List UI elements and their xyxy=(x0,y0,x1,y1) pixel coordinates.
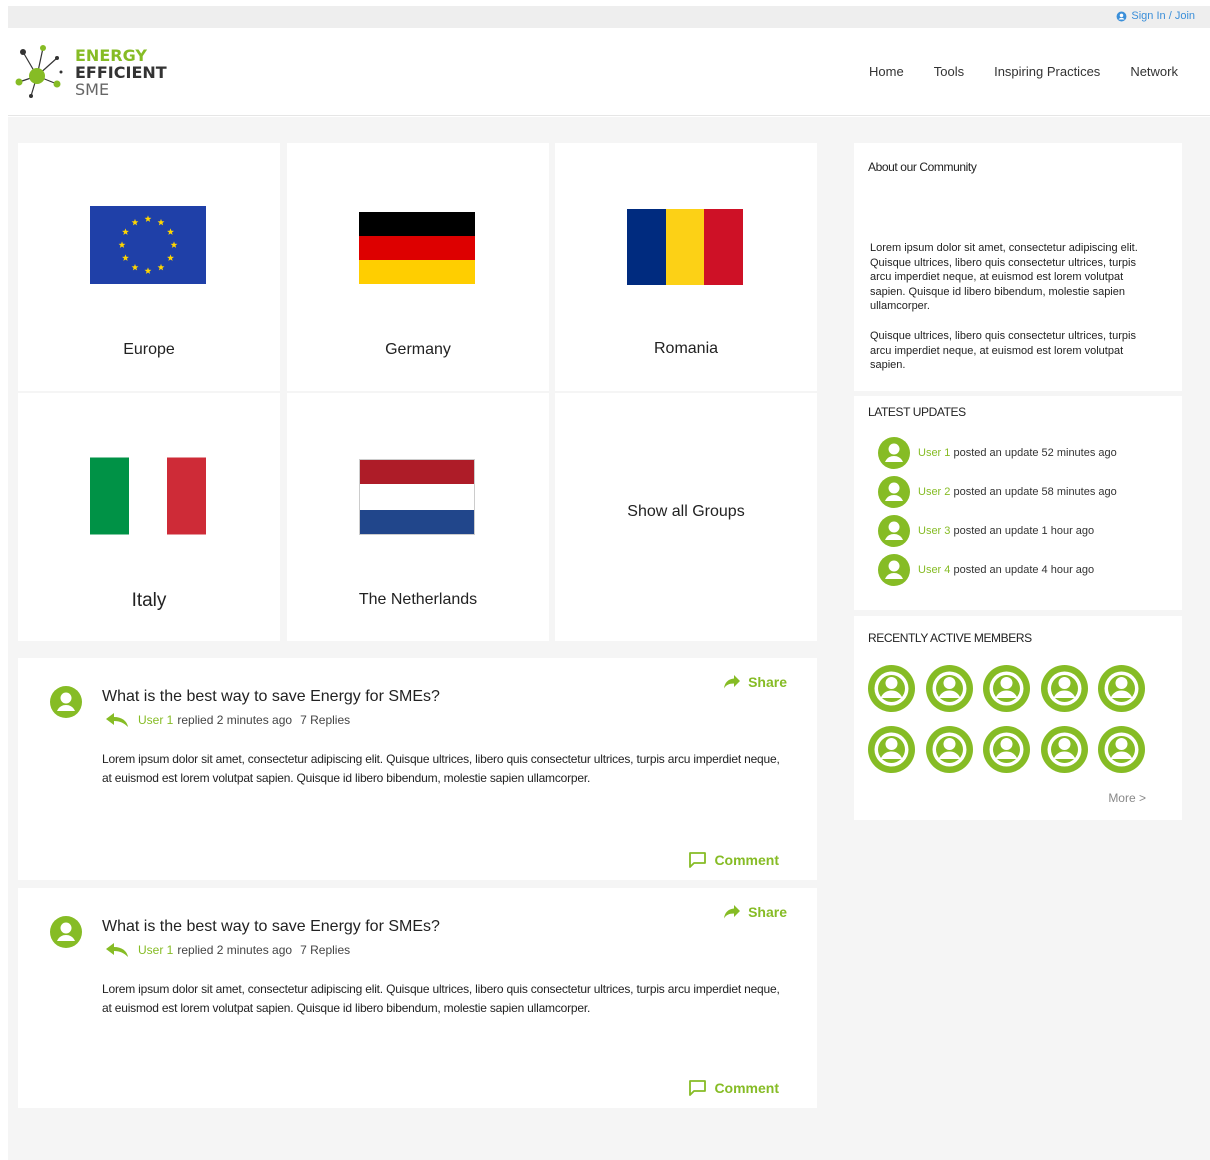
site-header: ENERGY EFFICIENT SME Home Tools Inspirin… xyxy=(8,28,1210,116)
post-meta: User 1 replied 2 minutes ago 7 Replies xyxy=(106,713,350,727)
reply-arrow-icon xyxy=(106,943,128,957)
post-replied-time: replied 2 minutes ago xyxy=(177,713,293,727)
about-paragraph-2: Quisque ultrices, libero quis consectetu… xyxy=(870,330,1136,372)
update-item[interactable]: User 1 posted an update 52 minutes ago xyxy=(878,437,1117,469)
reply-arrow-icon xyxy=(106,713,128,727)
post-replied-time: replied 2 minutes ago xyxy=(177,943,293,957)
sign-in-label: Sign In / Join xyxy=(1131,10,1195,22)
members-title: RECENTLY ACTIVE MEMBERS xyxy=(868,631,1032,645)
romania-flag-icon xyxy=(627,209,743,285)
forum-post-2: What is the best way to save Energy for … xyxy=(18,888,817,1108)
user-avatar-icon xyxy=(50,916,82,948)
netherlands-flag-icon xyxy=(359,459,475,535)
show-all-groups-tile[interactable]: Show all Groups xyxy=(555,393,817,641)
group-name-germany: Germany xyxy=(385,341,451,358)
latest-updates-panel: LATEST UPDATES User 1 posted an update 5… xyxy=(854,396,1182,610)
site-logo[interactable]: ENERGY EFFICIENT SME xyxy=(13,42,167,102)
post-body: Lorem ipsum dolor sit amet, consectetur … xyxy=(102,752,780,785)
show-all-groups-label: Show all Groups xyxy=(627,503,745,520)
member-avatar[interactable] xyxy=(1098,665,1145,712)
italy-flag-icon xyxy=(90,457,206,535)
logo-text: ENERGY EFFICIENT SME xyxy=(75,47,167,98)
update-item[interactable]: User 2 posted an update 58 minutes ago xyxy=(878,476,1117,508)
top-bar: Sign In / Join xyxy=(8,6,1210,28)
group-name-romania: Romania xyxy=(653,340,719,357)
forum-post-1: What is the best way to save Energy for … xyxy=(18,658,817,880)
comment-button[interactable]: Comment xyxy=(689,852,779,868)
latest-updates-title: LATEST UPDATES xyxy=(868,405,966,419)
group-tile-italy[interactable]: Italy xyxy=(18,393,280,641)
member-avatar[interactable] xyxy=(925,665,973,712)
nav-inspiring-practices[interactable]: Inspiring Practices xyxy=(994,64,1100,79)
post-author-link[interactable]: User 1 xyxy=(138,943,173,957)
comment-label: Comment xyxy=(714,1080,779,1096)
germany-flag-icon xyxy=(359,212,475,284)
logo-line-efficient: EFFICIENT xyxy=(75,62,167,82)
recently-active-members-panel: RECENTLY ACTIVE MEMBERS More > xyxy=(854,616,1182,820)
post-meta: User 1 replied 2 minutes ago 7 Replies xyxy=(106,943,350,957)
share-button[interactable]: Share xyxy=(724,674,787,690)
logo-line-energy: ENERGY xyxy=(75,45,147,65)
group-name-netherlands: The Netherlands xyxy=(358,591,478,608)
comment-icon xyxy=(689,1080,707,1096)
post-body: Lorem ipsum dolor sit amet, consectetur … xyxy=(102,982,780,1015)
main-nav: Home Tools Inspiring Practices Network xyxy=(869,64,1178,79)
about-paragraph-1: Lorem ipsum dolor sit amet, consectetur … xyxy=(870,242,1138,313)
update-user-link[interactable]: User 4 xyxy=(918,564,950,576)
nav-tools[interactable]: Tools xyxy=(934,64,964,79)
logo-line-sme: SME xyxy=(75,79,110,99)
user-avatar-icon xyxy=(878,476,910,508)
about-community-panel: About our Community Lorem ipsum dolor si… xyxy=(854,143,1182,391)
user-avatar-icon xyxy=(878,437,910,469)
network-logo-icon xyxy=(15,45,63,98)
user-avatar-icon xyxy=(50,686,82,718)
share-label: Share xyxy=(748,904,787,920)
group-tile-romania[interactable]: Romania xyxy=(555,143,817,391)
share-arrow-icon xyxy=(724,675,741,689)
nav-home[interactable]: Home xyxy=(869,64,904,79)
eu-flag-icon xyxy=(90,206,206,284)
post-title[interactable]: What is the best way to save Energy for … xyxy=(102,688,440,706)
member-avatar[interactable] xyxy=(1040,665,1088,712)
member-avatar[interactable] xyxy=(868,665,915,712)
member-avatar[interactable] xyxy=(983,726,1030,773)
sign-in-link[interactable]: Sign In / Join xyxy=(1116,10,1195,22)
about-title: About our Community xyxy=(868,160,977,174)
member-avatar[interactable] xyxy=(983,665,1030,712)
user-avatar-icon xyxy=(878,554,910,586)
comment-button[interactable]: Comment xyxy=(689,1080,779,1096)
post-author-link[interactable]: User 1 xyxy=(138,713,173,727)
update-item[interactable]: User 3 posted an update 1 hour ago xyxy=(878,515,1094,547)
update-text: posted an update 52 minutes ago xyxy=(953,447,1117,459)
share-button[interactable]: Share xyxy=(724,904,787,920)
comment-label: Comment xyxy=(714,852,779,868)
post-replies-count[interactable]: 7 Replies xyxy=(300,713,350,727)
update-text: posted an update 1 hour ago xyxy=(953,525,1095,537)
post-title[interactable]: What is the best way to save Energy for … xyxy=(102,918,440,936)
group-tile-netherlands[interactable]: The Netherlands xyxy=(287,393,549,641)
update-item[interactable]: User 4 posted an update 4 hour ago xyxy=(878,554,1094,586)
member-avatar[interactable] xyxy=(925,726,973,773)
group-name-europe: Europe xyxy=(123,341,175,358)
update-user-link[interactable]: User 2 xyxy=(918,486,950,498)
member-avatar[interactable] xyxy=(1040,726,1088,773)
update-user-link[interactable]: User 1 xyxy=(918,447,950,459)
group-tile-europe[interactable]: Europe xyxy=(18,143,280,391)
update-text: posted an update 4 hour ago xyxy=(953,564,1095,576)
comment-icon xyxy=(689,852,707,868)
member-avatar[interactable] xyxy=(868,726,915,773)
share-arrow-icon xyxy=(724,905,741,919)
post-replies-count[interactable]: 7 Replies xyxy=(300,943,350,957)
update-user-link[interactable]: User 3 xyxy=(918,525,950,537)
group-name-italy: Italy xyxy=(131,590,167,611)
member-avatar[interactable] xyxy=(1098,726,1145,773)
update-text: posted an update 58 minutes ago xyxy=(953,486,1117,498)
share-label: Share xyxy=(748,674,787,690)
more-members-link[interactable]: More > xyxy=(1108,791,1146,805)
group-tile-germany[interactable]: Germany xyxy=(287,143,549,391)
user-circle-icon xyxy=(1116,11,1127,21)
nav-network[interactable]: Network xyxy=(1130,64,1178,79)
user-avatar-icon xyxy=(878,515,910,547)
